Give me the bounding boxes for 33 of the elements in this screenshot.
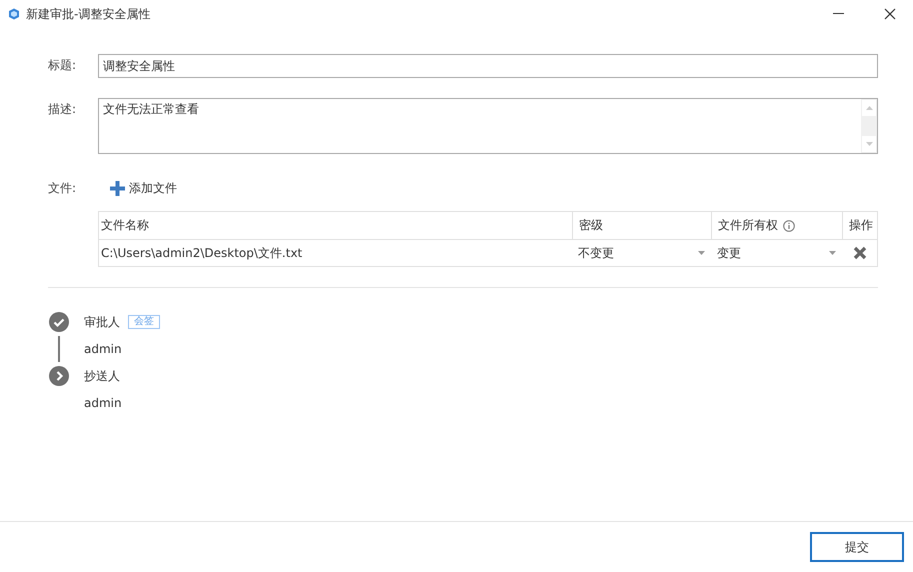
column-header: 操作 <box>842 212 877 240</box>
title-field[interactable]: 调整安全属性 <box>98 54 878 78</box>
step-label: 审批人 <box>84 314 120 330</box>
file-path: C:\Users\admin2\Desktop\文件.txt <box>100 244 304 262</box>
minimize-icon <box>832 13 844 15</box>
field-label: 标题: <box>48 57 78 74</box>
step-tag: 会签 <box>128 315 160 329</box>
chevron-right-icon <box>48 365 70 387</box>
field-label: 文件: <box>48 180 78 197</box>
check-icon <box>48 311 70 333</box>
scrollbar[interactable] <box>861 99 877 153</box>
step-label: 抄送人 <box>84 368 120 384</box>
description-field[interactable]: 文件无法正常查看 <box>98 98 878 154</box>
scroll-down-icon[interactable] <box>866 142 872 146</box>
person-name: admin <box>84 342 122 356</box>
ownership-dropdown[interactable]: 变更 <box>713 242 840 264</box>
plus-icon <box>110 180 125 196</box>
add-file-button[interactable]: 添加文件 <box>98 177 177 199</box>
submit-button[interactable]: 提交 <box>810 532 904 562</box>
delete-icon[interactable] <box>852 246 866 260</box>
window-title: 新建审批-调整安全属性 <box>26 6 152 22</box>
cube-icon <box>8 8 20 20</box>
column-header: 密级 <box>572 212 711 240</box>
level-dropdown[interactable]: 不变更 <box>574 242 709 264</box>
column-header: 文件所有权 <box>711 212 842 240</box>
field-label: 描述: <box>48 101 78 118</box>
person-name: admin <box>84 396 122 410</box>
column-header: 文件名称 <box>99 212 572 240</box>
caret-icon <box>698 251 705 255</box>
info-icon[interactable] <box>783 220 795 232</box>
caret-icon <box>829 251 836 255</box>
close-icon <box>884 8 896 20</box>
scroll-up-icon[interactable] <box>866 106 872 110</box>
